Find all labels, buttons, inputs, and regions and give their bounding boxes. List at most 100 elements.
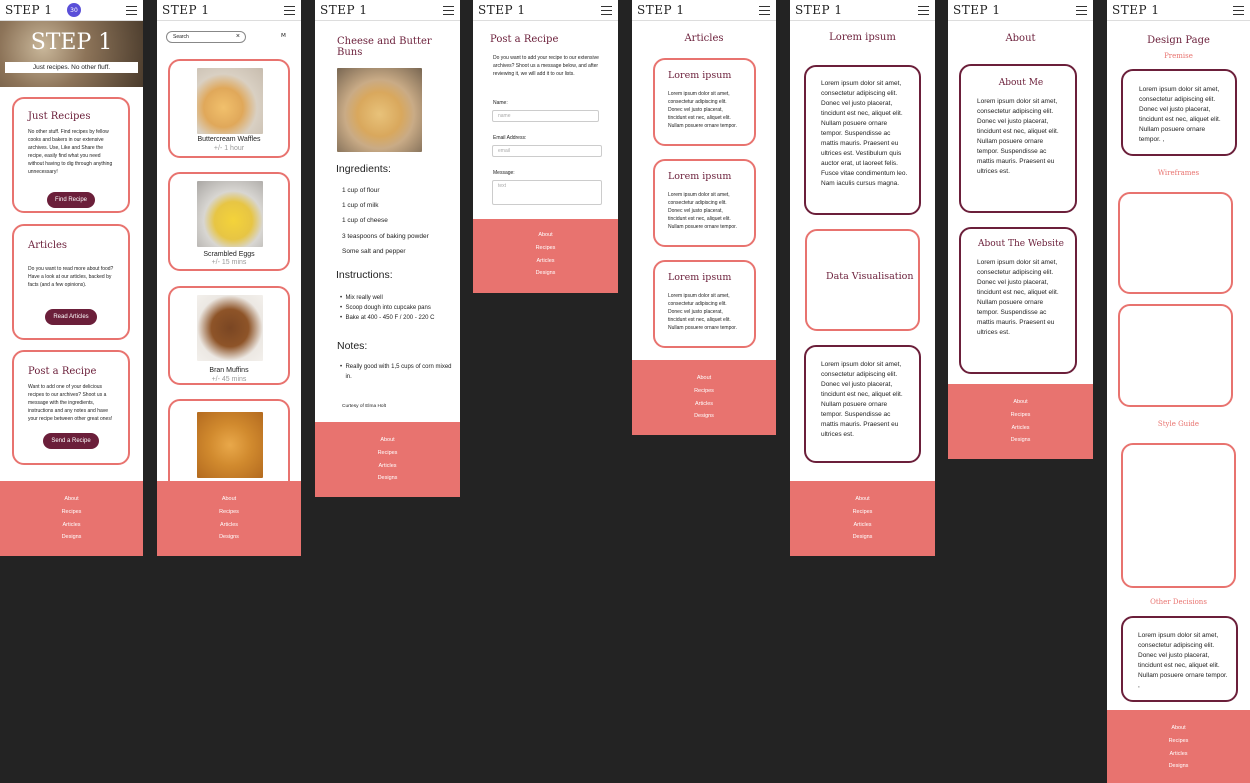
menu-icon[interactable] bbox=[1076, 6, 1087, 15]
footer-designs-link[interactable]: Designs bbox=[694, 410, 714, 423]
send-recipe-button[interactable]: Send a Recipe bbox=[43, 433, 99, 449]
article-card[interactable]: Lorem ipsum Lorem ipsum dolor sit amet, … bbox=[653, 159, 756, 247]
premise-text: Lorem ipsum dolor sit amet, consectetur … bbox=[1139, 86, 1221, 143]
menu-icon[interactable] bbox=[126, 6, 137, 15]
menu-icon[interactable] bbox=[1233, 6, 1244, 15]
logo[interactable]: STEP 1 bbox=[1112, 3, 1160, 17]
utensils-icon[interactable]: ᴹ bbox=[281, 33, 286, 43]
footer-about-link[interactable]: About bbox=[697, 372, 711, 385]
article-title: Lorem ipsum bbox=[668, 70, 732, 81]
search-input[interactable]: Search bbox=[173, 34, 189, 40]
card-post-recipe: Post a Recipe Want to add one of your de… bbox=[12, 350, 130, 465]
article-card[interactable]: Lorem ipsum Lorem ipsum dolor sit amet, … bbox=[653, 58, 756, 146]
recipe-image bbox=[197, 181, 263, 247]
email-label: Email Address: bbox=[493, 135, 527, 141]
article-body-card: Lorem ipsum dolor sit amet, consectetur … bbox=[804, 345, 921, 463]
about-screen: STEP 1 About About Me Lorem ipsum dolor … bbox=[948, 0, 1093, 459]
footer-designs-link[interactable]: Designs bbox=[1011, 434, 1031, 447]
footer-recipes-link[interactable]: Recipes bbox=[853, 506, 873, 519]
clear-icon[interactable]: × bbox=[236, 32, 240, 42]
wireframe-placeholder bbox=[1118, 304, 1233, 407]
footer-designs-link[interactable]: Designs bbox=[853, 531, 873, 544]
recipe-image bbox=[337, 68, 422, 152]
top-bar: STEP 1 30 bbox=[0, 0, 143, 21]
other-decisions-text: Lorem ipsum dolor sit amet, consectetur … bbox=[1138, 632, 1228, 689]
footer-about-link[interactable]: About bbox=[380, 434, 394, 447]
logo[interactable]: STEP 1 bbox=[953, 3, 1001, 17]
email-field[interactable]: email bbox=[492, 145, 602, 157]
footer: About Recipes Articles Designs bbox=[315, 422, 460, 497]
recipe-card[interactable]: Bran Muffins +/- 45 mins bbox=[168, 286, 290, 385]
recipe-credit: Curtesy of Elma Holt bbox=[342, 404, 386, 409]
card-articles: Articles Do you want to read more about … bbox=[12, 224, 130, 340]
message-field[interactable]: text bbox=[492, 180, 602, 205]
footer-recipes-link[interactable]: Recipes bbox=[694, 385, 714, 398]
menu-icon[interactable] bbox=[284, 6, 295, 15]
footer-articles-link[interactable]: Articles bbox=[853, 519, 871, 532]
logo[interactable]: STEP 1 bbox=[320, 3, 368, 17]
footer-recipes-link[interactable]: Recipes bbox=[219, 506, 239, 519]
logo[interactable]: STEP 1 bbox=[795, 3, 843, 17]
menu-icon[interactable] bbox=[759, 6, 770, 15]
footer-about-link[interactable]: About bbox=[222, 493, 236, 506]
recipe-time: +/- 15 mins bbox=[211, 259, 247, 266]
footer-articles-link[interactable]: Articles bbox=[62, 519, 80, 532]
menu-icon[interactable] bbox=[918, 6, 929, 15]
footer-articles-link[interactable]: Articles bbox=[1169, 748, 1187, 761]
footer-about-link[interactable]: About bbox=[538, 229, 552, 242]
footer-articles-link[interactable]: Articles bbox=[1011, 422, 1029, 435]
recipe-card[interactable]: Scrambled Eggs +/- 15 mins bbox=[168, 172, 290, 271]
footer-articles-link[interactable]: Articles bbox=[378, 460, 396, 473]
articles-screen: STEP 1 Articles Lorem ipsum Lorem ipsum … bbox=[632, 0, 776, 435]
footer-recipes-link[interactable]: Recipes bbox=[62, 506, 82, 519]
about-website-text: Lorem ipsum dolor sit amet, consectetur … bbox=[977, 259, 1059, 336]
read-articles-button[interactable]: Read Articles bbox=[45, 309, 97, 325]
article-excerpt: Lorem ipsum dolor sit amet, consectetur … bbox=[668, 293, 737, 331]
premise-heading: Premise bbox=[1164, 52, 1193, 60]
ingredients-list: 1 cup of flour 1 cup of milk 1 cup of ch… bbox=[342, 183, 429, 259]
page-title: Design Page bbox=[1147, 35, 1210, 46]
footer-articles-link[interactable]: Articles bbox=[220, 519, 238, 532]
footer-recipes-link[interactable]: Recipes bbox=[378, 447, 398, 460]
top-bar: STEP 1 bbox=[1107, 0, 1250, 21]
footer-designs-link[interactable]: Designs bbox=[378, 472, 398, 485]
card-text: Do you want to read more about food? Hav… bbox=[28, 266, 114, 288]
footer: About Recipes Articles Designs bbox=[473, 219, 618, 293]
name-field[interactable]: name bbox=[492, 110, 599, 122]
article-excerpt: Lorem ipsum dolor sit amet, consectetur … bbox=[668, 91, 737, 129]
logo[interactable]: STEP 1 bbox=[478, 3, 526, 17]
footer-recipes-link[interactable]: Recipes bbox=[1169, 735, 1189, 748]
page-title: Articles bbox=[684, 33, 724, 44]
card-text: Want to add one of your delicious recipe… bbox=[28, 384, 113, 422]
article-card[interactable]: Lorem ipsum Lorem ipsum dolor sit amet, … bbox=[653, 260, 756, 348]
notes-heading: Notes: bbox=[337, 340, 368, 352]
footer-about-link[interactable]: About bbox=[1171, 722, 1185, 735]
footer-recipes-link[interactable]: Recipes bbox=[536, 242, 556, 255]
recipe-card[interactable]: Buttercream Waffles +/- 1 hour bbox=[168, 59, 290, 158]
menu-icon[interactable] bbox=[443, 6, 454, 15]
footer-designs-link[interactable]: Designs bbox=[536, 267, 556, 280]
card-title: Articles bbox=[28, 240, 68, 251]
logo[interactable]: STEP 1 bbox=[162, 3, 210, 17]
menu-icon[interactable] bbox=[601, 6, 612, 15]
home-screen: STEP 1 30 STEP 1 Just recipes. No other … bbox=[0, 0, 143, 556]
style-guide-placeholder bbox=[1121, 443, 1236, 588]
footer-designs-link[interactable]: Designs bbox=[1169, 760, 1189, 773]
search-box[interactable]: Search × bbox=[166, 31, 246, 43]
find-recipe-button[interactable]: Find Recipe bbox=[46, 192, 95, 208]
footer-about-link[interactable]: About bbox=[855, 493, 869, 506]
footer-designs-link[interactable]: Designs bbox=[219, 531, 239, 544]
footer-about-link[interactable]: About bbox=[1013, 396, 1027, 409]
footer-articles-link[interactable]: Articles bbox=[536, 255, 554, 268]
hero-tagline: Just recipes. No other fluff. bbox=[5, 62, 138, 73]
card-just-recipes: Just Recipes No other stuff. Find recipe… bbox=[12, 97, 130, 213]
footer-about-link[interactable]: About bbox=[64, 493, 78, 506]
ingredient-item: 3 teaspoons of baking powder bbox=[342, 232, 429, 240]
article-body-card: Lorem ipsum dolor sit amet, consectetur … bbox=[804, 65, 921, 215]
page-title: About bbox=[1005, 33, 1036, 44]
footer-designs-link[interactable]: Designs bbox=[62, 531, 82, 544]
footer-recipes-link[interactable]: Recipes bbox=[1011, 409, 1031, 422]
footer-articles-link[interactable]: Articles bbox=[695, 398, 713, 411]
logo[interactable]: STEP 1 bbox=[637, 3, 685, 17]
logo[interactable]: STEP 1 bbox=[5, 3, 53, 17]
